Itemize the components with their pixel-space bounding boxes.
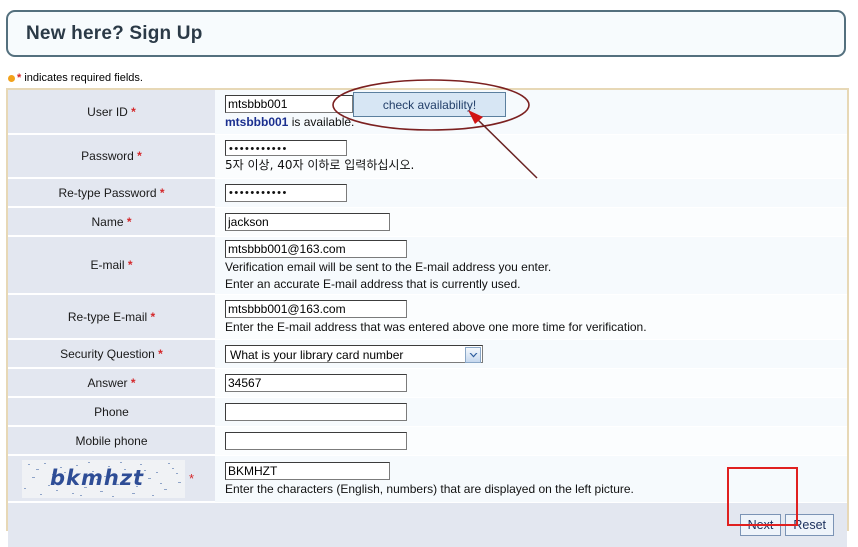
check-availability-button[interactable]: check availability!	[353, 92, 506, 117]
value-mobile-phone	[215, 427, 847, 455]
form-row-password: Password * ••••••••••• 5자 이상, 40자 이하로 입력…	[8, 135, 847, 179]
required-fields-note: * indicates required fields.	[8, 72, 143, 86]
label-captcha: bkmhzt *	[8, 456, 215, 502]
retype-password-input[interactable]: •••••••••••	[225, 184, 347, 202]
label-password-text: Password	[81, 149, 134, 163]
label-email: E-mail *	[8, 237, 215, 294]
value-name	[215, 208, 847, 236]
form-row-name: Name *	[8, 208, 847, 237]
label-retype-password: Re-type Password *	[8, 179, 215, 207]
value-retype-email: Enter the E-mail address that was entere…	[215, 295, 847, 339]
label-retype-email: Re-type E-mail *	[8, 295, 215, 339]
label-user-id: User ID *	[8, 90, 215, 134]
page-edge-left	[0, 0, 3, 541]
value-security-question: What is your library card number	[215, 340, 847, 368]
label-mobile-phone: Mobile phone	[8, 427, 215, 455]
user-id-availability-status: mtsbbb001 is available.	[225, 115, 847, 129]
required-asterisk: *	[127, 104, 136, 119]
form-row-retype-email: Re-type E-mail * Enter the E-mail addres…	[8, 295, 847, 340]
email-input[interactable]	[225, 239, 407, 258]
label-name: Name *	[8, 208, 215, 236]
value-phone	[215, 398, 847, 426]
captcha-image-text: bkmhzt	[50, 465, 145, 490]
required-asterisk: *	[156, 185, 165, 200]
label-password: Password *	[8, 135, 215, 178]
value-retype-password: •••••••••••	[215, 179, 847, 207]
form-row-email: E-mail * Verification email will be sent…	[8, 237, 847, 295]
required-asterisk: *	[189, 471, 195, 486]
signup-form-table: User ID * mtsbbb001 is available. Passwo…	[6, 88, 849, 547]
required-asterisk: *	[154, 346, 163, 361]
email-hint-2: Enter an accurate E-mail address that is…	[225, 276, 521, 291]
page-edge-right	[854, 0, 858, 541]
security-question-select[interactable]: What is your library card number	[225, 345, 483, 363]
form-row-security-question: Security Question * What is your library…	[8, 340, 847, 369]
user-id-status-rest: is available.	[288, 115, 355, 129]
reset-button[interactable]: Reset	[785, 514, 834, 536]
required-asterisk: *	[123, 214, 132, 229]
label-retype-password-text: Re-type Password	[58, 185, 157, 200]
page-header-banner: New here? Sign Up	[6, 10, 846, 57]
required-asterisk: *	[124, 258, 133, 272]
label-retype-email-text: Re-type E-mail	[67, 309, 148, 324]
form-row-retype-password: Re-type Password * •••••••••••	[8, 179, 847, 208]
chevron-down-icon[interactable]	[465, 347, 481, 363]
phone-input[interactable]	[225, 403, 407, 421]
value-answer	[215, 369, 847, 397]
value-password: ••••••••••• 5자 이상, 40자 이하로 입력하십시오.	[215, 135, 847, 178]
required-asterisk: *	[127, 375, 136, 390]
label-security-question: Security Question *	[8, 340, 215, 368]
label-phone: Phone	[8, 398, 215, 426]
mobile-phone-input[interactable]	[225, 432, 407, 450]
name-input[interactable]	[225, 213, 390, 231]
required-asterisk: *	[147, 309, 156, 324]
value-email: Verification email will be sent to the E…	[215, 237, 847, 294]
password-hint: 5자 이상, 40자 이하로 입력하십시오.	[225, 158, 415, 172]
user-id-status-name: mtsbbb001	[225, 115, 289, 129]
label-phone-text: Phone	[94, 404, 129, 419]
security-question-selected-text: What is your library card number	[230, 348, 404, 362]
required-asterisk: *	[133, 149, 142, 163]
value-user-id: mtsbbb001 is available.	[215, 90, 847, 134]
form-row-mobile-phone: Mobile phone	[8, 427, 847, 456]
label-answer-text: Answer	[87, 375, 128, 390]
page-title: New here? Sign Up	[26, 23, 203, 44]
signup-page: New here? Sign Up * indicates required f…	[0, 0, 858, 547]
label-answer: Answer *	[8, 369, 215, 397]
user-id-input[interactable]	[225, 95, 353, 113]
form-row-answer: Answer *	[8, 369, 847, 398]
retype-email-input[interactable]	[225, 299, 407, 318]
email-hint-1: Verification email will be sent to the E…	[225, 259, 552, 274]
label-security-question-text: Security Question	[60, 346, 155, 361]
captcha-image: bkmhzt	[22, 459, 185, 498]
form-footer: Next Reset	[8, 503, 847, 547]
captcha-input[interactable]	[225, 461, 390, 480]
label-name-text: Name	[91, 214, 124, 229]
answer-input[interactable]	[225, 374, 407, 392]
form-row-captcha: bkmhzt * BKMHZT Enter the characters (En…	[8, 456, 847, 503]
value-captcha: Enter the characters (English, numbers) …	[215, 456, 847, 502]
retype-email-hint: Enter the E-mail address that was entere…	[225, 319, 647, 334]
bullet-icon	[8, 74, 15, 82]
label-user-id-text: User ID	[87, 104, 128, 119]
captcha-hint: Enter the characters (English, numbers) …	[225, 481, 634, 496]
next-button[interactable]: Next	[739, 514, 782, 536]
required-note-text: indicates required fields.	[21, 72, 143, 84]
form-row-phone: Phone	[8, 398, 847, 427]
password-input[interactable]: •••••••••••	[225, 140, 347, 156]
label-mobile-phone-text: Mobile phone	[75, 433, 148, 448]
label-email-text: E-mail	[90, 258, 125, 272]
